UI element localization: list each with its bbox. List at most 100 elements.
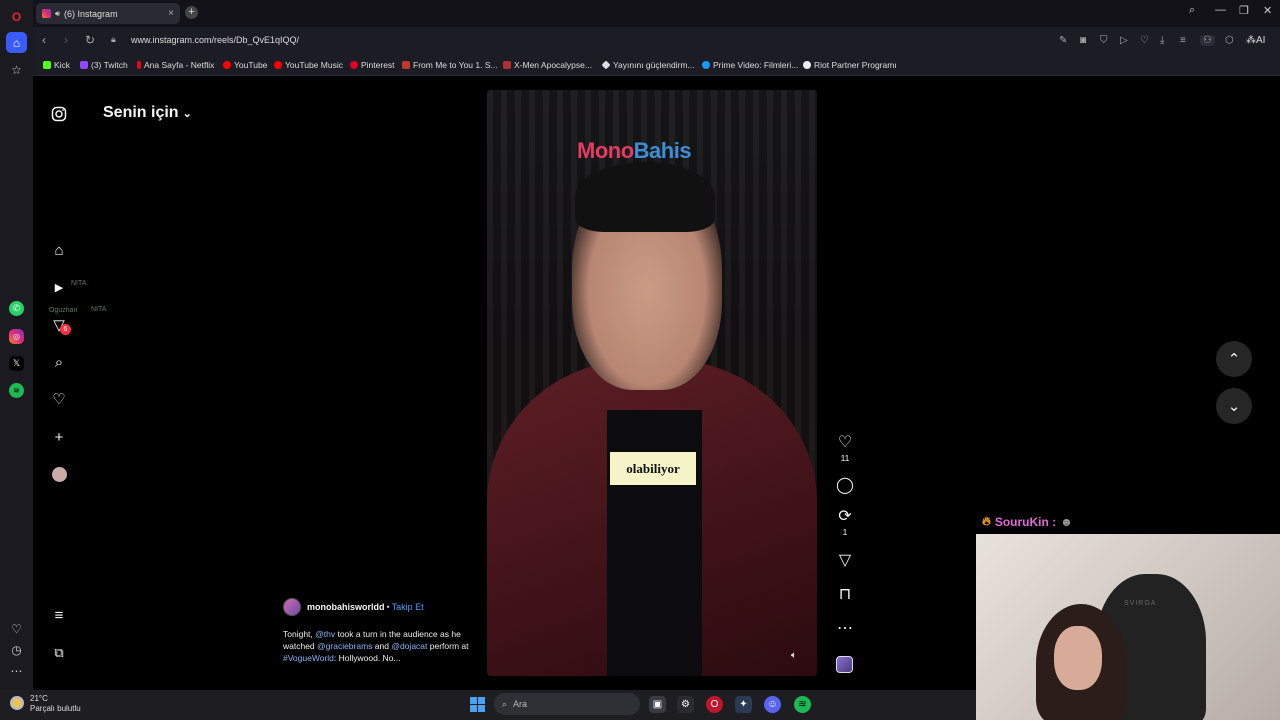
opera-sidebar: O ⌂ ☆ ✆ ◎ 𝕏 ≋ ♡ ◷ ⋯ <box>0 0 33 690</box>
windows-start-icon[interactable] <box>470 697 485 712</box>
bookmark-kick[interactable]: Kick <box>43 60 70 70</box>
bookmark-pinterest[interactable]: Pinterest <box>350 60 395 70</box>
caption-segment: Tonight, <box>283 629 316 639</box>
forward-icon[interactable]: › <box>64 33 68 47</box>
download-icon[interactable]: ⤓ <box>1160 35 1164 46</box>
bookmark-label: Riot Partner Programı <box>814 60 897 70</box>
search-nav-icon[interactable]: ⌕ <box>50 353 68 371</box>
save-button[interactable]: ⊓ <box>833 586 857 604</box>
bookmark-xmen[interactable]: X-Men Apocalypse... <box>503 60 592 70</box>
close-tab-icon[interactable]: × <box>168 8 174 19</box>
instagram-sidebar-icon[interactable]: ◎ <box>9 329 24 344</box>
heart-sidebar-icon[interactable]: ♡ <box>6 618 27 639</box>
previous-reel-button[interactable]: ⌃ <box>1216 341 1252 377</box>
bookmark-twitch[interactable]: (3) Twitch <box>80 60 128 70</box>
bookmark-netflix[interactable]: Ana Sayfa - Netflix <box>137 60 214 70</box>
follow-button[interactable]: Takip Et <box>392 602 424 612</box>
back-icon[interactable]: ‹ <box>42 33 46 47</box>
bookmark-yayin[interactable]: Yayınını güçlendirm... <box>601 60 695 70</box>
heart-icon: ♡ <box>837 434 853 451</box>
chevron-down-icon: ⌄ <box>182 108 192 120</box>
new-tab-button[interactable]: + <box>185 6 198 19</box>
camera-icon[interactable]: ◙ <box>1080 35 1086 46</box>
minimize-button[interactable]: — <box>1215 4 1226 16</box>
share-button[interactable]: ▽ <box>833 552 857 570</box>
menu-icon[interactable]: ≡ <box>1180 35 1186 46</box>
caption-mention[interactable]: @thv <box>315 629 335 639</box>
repost-button[interactable]: ⟳ 1 <box>833 508 857 537</box>
profile-icon[interactable]: ⚇ <box>1200 35 1215 46</box>
ai-label: AI <box>1256 35 1266 46</box>
spotify-taskbar-icon[interactable]: ≋ <box>794 696 811 713</box>
more-menu-icon[interactable]: ≡ <box>50 606 68 624</box>
like-button[interactable]: ♡ 11 <box>833 434 857 463</box>
home-icon[interactable]: ⌂ <box>6 32 27 53</box>
reel-caption: monobahisworldd • Takip Et Tonight, @thv… <box>283 598 473 664</box>
tab-instagram[interactable]: 🔊︎ (6) Instagram × <box>36 3 180 24</box>
star-icon[interactable]: ☆ <box>6 59 27 80</box>
stream-chat-name: 🔥︎ SouruKin : ☻ <box>982 514 1073 529</box>
weather-widget[interactable]: 21°C Parçalı bulutlu <box>10 694 81 714</box>
extensions-icon[interactable]: ⬡ <box>1225 35 1234 46</box>
more-sidebar-icon[interactable]: ⋯ <box>6 660 27 681</box>
taskbar-search[interactable]: ⌕ Ara <box>494 693 640 715</box>
bookmark-icon: ⊓ <box>838 586 852 603</box>
volume-icon[interactable]: 🔈︎ <box>791 650 797 661</box>
monobahis-logo: MonoBahis <box>577 138 692 164</box>
search-tabs-icon[interactable]: ⌕ <box>1189 4 1195 17</box>
close-window-button[interactable]: ✕ <box>1263 4 1272 17</box>
bookmark-riot[interactable]: Riot Partner Programı <box>803 60 897 70</box>
reload-icon[interactable]: ↻ <box>85 33 95 47</box>
audio-thumbnail[interactable] <box>836 656 853 673</box>
kick-icon <box>43 61 51 69</box>
bookmark-from-me-to-you[interactable]: From Me to You 1. S... <box>402 60 498 70</box>
profile-avatar[interactable] <box>50 465 68 483</box>
url-field[interactable]: 🔒︎ www.instagram.com/reels/Db_QvE1qIQQ/ <box>103 31 1033 50</box>
create-plus-icon[interactable]: + <box>50 428 68 446</box>
heart-toolbar-icon[interactable]: ♡ <box>1140 35 1149 46</box>
opera-taskbar-icon[interactable]: O <box>706 696 723 713</box>
reel-video[interactable]: MonoBahis olabiliyor 🔈︎ <box>487 90 817 676</box>
spotify-sidebar-icon[interactable]: ≋ <box>9 383 24 398</box>
aria-ai-button[interactable]: ⁂AI <box>1246 35 1265 46</box>
url-text: www.instagram.com/reels/Db_QvE1qIQQ/ <box>131 35 300 45</box>
repost-count: 1 <box>842 527 848 537</box>
author-username[interactable]: monobahisworldd <box>307 602 385 612</box>
send-icon: ▽ <box>838 552 852 569</box>
next-reel-button[interactable]: ⌄ <box>1216 388 1252 424</box>
notifications-heart-icon[interactable]: ♡ <box>50 390 68 408</box>
lock-icon: 🔒︎ <box>111 34 116 44</box>
brand-part1: Mono <box>577 138 634 163</box>
caption-mention[interactable]: @dojacat <box>391 641 427 651</box>
comment-button[interactable]: ◯ <box>833 477 857 495</box>
speaker-icon[interactable]: 🔊︎ <box>55 9 60 19</box>
bookmark-youtube[interactable]: YouTube <box>223 60 267 70</box>
reels-nav-icon[interactable]: ▶ <box>50 278 68 296</box>
task-view-icon[interactable]: ▣ <box>649 696 666 713</box>
bookmark-label: Prime Video: Filmleri... <box>713 60 799 70</box>
whatsapp-icon[interactable]: ✆ <box>9 301 24 316</box>
feed-selector[interactable]: Senin için ⌄ <box>103 104 192 122</box>
search-icon: ⌕ <box>502 698 508 709</box>
discord-icon[interactable]: ☺ <box>764 696 781 713</box>
author-avatar[interactable] <box>283 598 301 616</box>
also-from-meta-icon[interactable]: ⧉ <box>50 644 68 662</box>
history-icon[interactable]: ◷ <box>6 639 27 660</box>
messages-nav-icon[interactable]: ▽ 6 <box>50 316 71 335</box>
instagram-logo-icon[interactable] <box>50 105 68 123</box>
home-nav-icon[interactable]: ⌂ <box>50 241 68 259</box>
steam-icon[interactable]: ⚙ <box>677 696 694 713</box>
more-options-button[interactable]: ⋯ <box>833 620 857 638</box>
caption-mention[interactable]: @graciebrams <box>317 641 372 651</box>
caption-text: Tonight, @thv took a turn in the audienc… <box>283 628 473 664</box>
caption-mention[interactable]: #VogueWorld <box>283 653 334 663</box>
bookmark-prime-video[interactable]: Prime Video: Filmleri... <box>702 60 798 70</box>
edit-icon[interactable]: ✎ <box>1059 35 1067 46</box>
opera-logo-icon[interactable]: O <box>6 6 27 27</box>
bookmark-youtube-music[interactable]: YouTube Music <box>274 60 343 70</box>
shield-icon[interactable]: ⛉ <box>1100 35 1108 46</box>
game-launcher-icon[interactable]: ✦ <box>735 696 752 713</box>
x-twitter-icon[interactable]: 𝕏 <box>9 356 24 371</box>
restore-button[interactable]: ❐ <box>1239 4 1249 17</box>
play-icon[interactable]: ▷ <box>1120 35 1128 46</box>
